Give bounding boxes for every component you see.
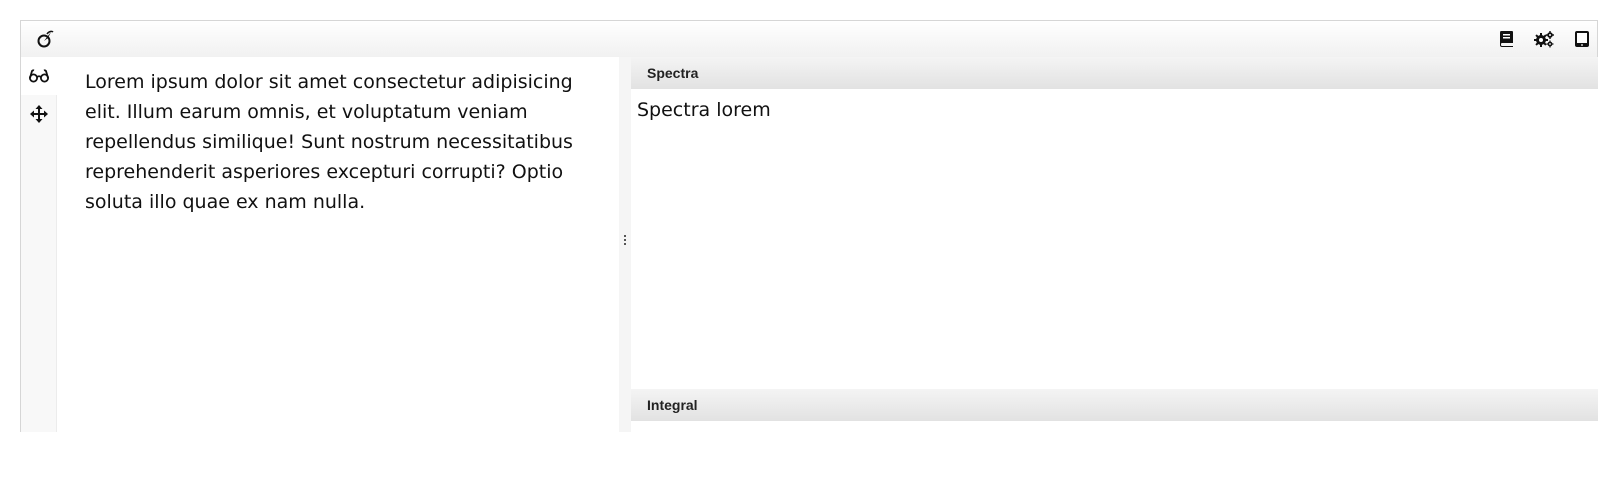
spectra-content-text: Spectra lorem — [637, 99, 771, 121]
logo-icon[interactable] — [33, 27, 57, 51]
glasses-icon[interactable] — [21, 57, 57, 95]
text-content: Lorem ipsum dolor sit amet consectetur a… — [85, 71, 573, 213]
text-panel: Lorem ipsum dolor sit amet consectetur a… — [57, 57, 619, 432]
spectra-panel-content: Spectra lorem — [631, 89, 1598, 389]
spectra-panel-title: Spectra — [647, 65, 699, 81]
spectra-panel-header[interactable]: Spectra — [631, 57, 1598, 89]
book-icon[interactable] — [1495, 27, 1519, 51]
app-window: Lorem ipsum dolor sit amet consectetur a… — [20, 20, 1598, 432]
move-arrows-icon[interactable] — [21, 95, 57, 133]
top-toolbar — [21, 21, 1597, 57]
tablet-icon[interactable] — [1570, 27, 1594, 51]
splitter-handle-icon[interactable] — [624, 235, 626, 245]
panel-splitter[interactable] — [619, 57, 631, 432]
side-toolbar — [21, 57, 57, 432]
right-panel: Spectra Spectra lorem Integral — [631, 57, 1598, 432]
gears-icon[interactable] — [1532, 27, 1556, 51]
integral-panel-header[interactable]: Integral — [631, 389, 1598, 421]
integral-panel-title: Integral — [647, 397, 698, 413]
